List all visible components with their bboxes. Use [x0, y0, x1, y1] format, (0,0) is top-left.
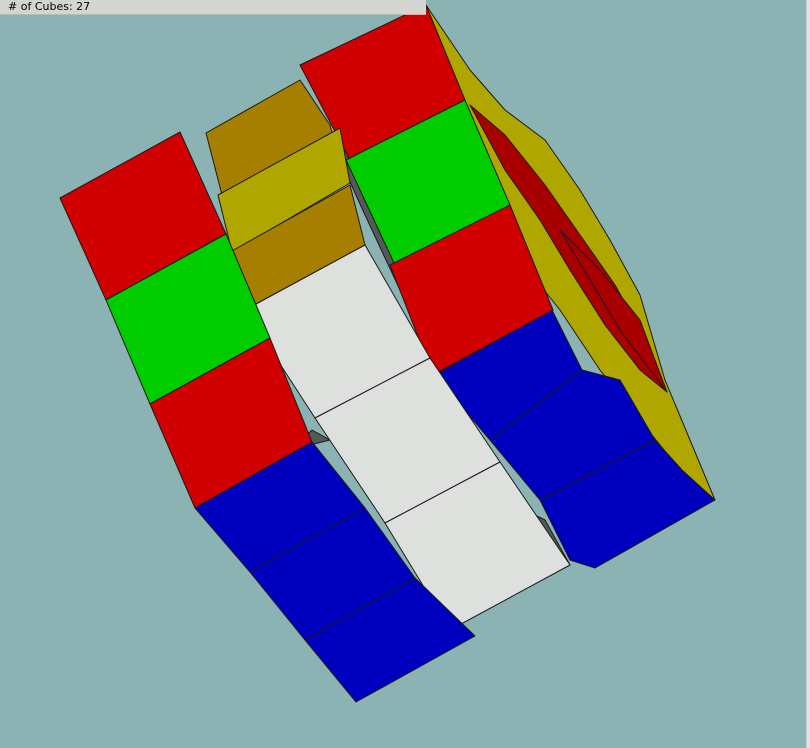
3d-viewport[interactable] [0, 0, 810, 748]
window-right-border [806, 0, 810, 748]
cube-count-label: # of Cubes: 27 [0, 0, 426, 15]
rubiks-cube-render[interactable] [0, 0, 810, 748]
